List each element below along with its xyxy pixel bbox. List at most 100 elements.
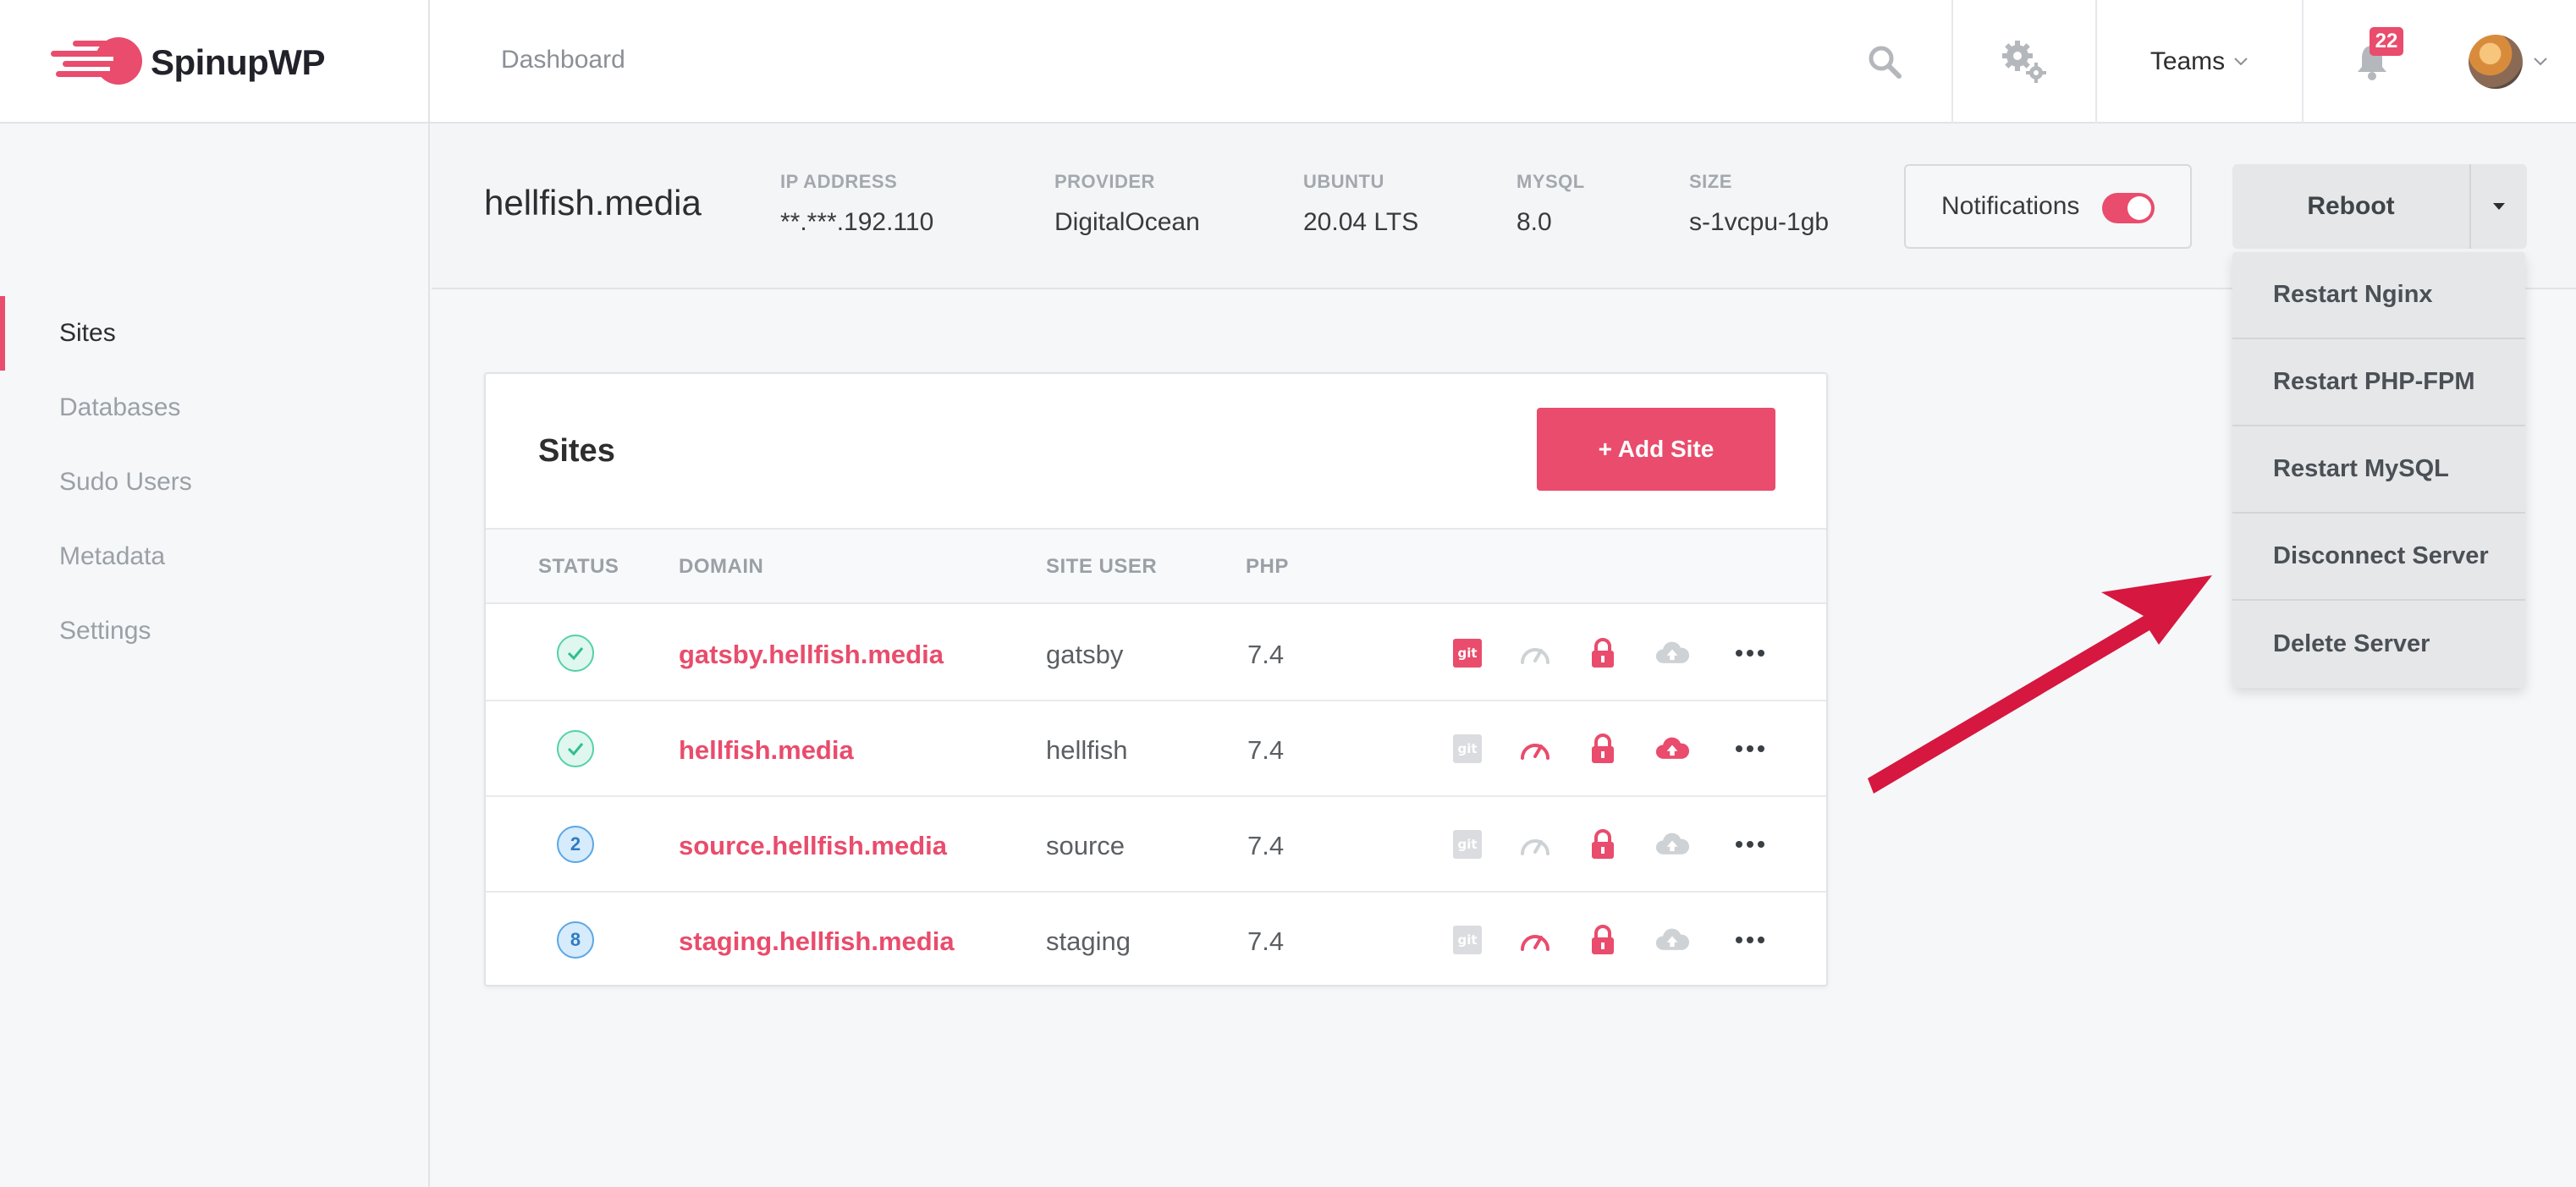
page-cache-button[interactable]: [1518, 923, 1552, 957]
more-actions-button[interactable]: [1733, 923, 1767, 957]
sidebar-item-label: Sudo Users: [59, 468, 192, 496]
php-version: 7.4: [1247, 926, 1285, 956]
site-user: staging: [1046, 926, 1131, 956]
sidebar-item-databases[interactable]: Databases: [0, 371, 428, 445]
reboot-dropdown-toggle[interactable]: [2469, 164, 2527, 249]
lock-icon: [1592, 925, 1614, 954]
reboot-label: Reboot: [2307, 192, 2395, 220]
user-menu[interactable]: [2441, 0, 2576, 124]
cloud-upload-icon: [1655, 833, 1689, 855]
https-button[interactable]: [1586, 827, 1620, 861]
sidebar-item-settings[interactable]: Settings: [0, 594, 428, 668]
notifications-toggle[interactable]: [2102, 193, 2155, 223]
meta-value: **.***.192.110: [780, 208, 934, 236]
teams-menu[interactable]: Teams: [2095, 0, 2302, 124]
server-name: hellfish.media: [484, 183, 702, 223]
status-ok-icon: [557, 730, 594, 767]
table-row[interactable]: 2 source.hellfish.media source 7.4 git: [486, 797, 1826, 893]
php-version: 7.4: [1247, 735, 1285, 765]
status-count-badge: 2: [557, 826, 594, 863]
notification-count-badge: 22: [2370, 27, 2403, 56]
cloud-upload-icon: [1655, 641, 1689, 663]
menu-item-restart-nginx[interactable]: Restart Nginx: [2232, 252, 2525, 339]
sidebar-item-sites[interactable]: Sites: [0, 296, 428, 371]
notifications-toggle-button[interactable]: Notifications: [1904, 164, 2192, 249]
chevron-down-icon: [2534, 58, 2547, 66]
sites-title: Sites: [538, 433, 615, 469]
notifications-bell[interactable]: 22: [2302, 0, 2441, 124]
page-cache-button[interactable]: [1518, 636, 1552, 670]
search-icon: [1869, 46, 1902, 79]
settings-button[interactable]: [1951, 0, 2095, 124]
backups-button[interactable]: [1655, 827, 1689, 861]
git-icon: git: [1453, 830, 1482, 859]
sidebar-item-label: Sites: [59, 319, 116, 347]
add-site-button[interactable]: + Add Site: [1537, 408, 1775, 491]
site-domain-link[interactable]: staging.hellfish.media: [679, 926, 955, 957]
more-actions-button[interactable]: [1733, 636, 1767, 670]
menu-item-delete-server[interactable]: Delete Server: [2232, 601, 2525, 688]
table-row[interactable]: hellfish.media hellfish 7.4 git: [486, 701, 1826, 797]
https-button[interactable]: [1586, 732, 1620, 766]
table-header: STATUS DOMAIN SITE USER PHP: [486, 528, 1826, 604]
git-deploy-button[interactable]: git: [1450, 732, 1484, 766]
menu-item-restart-php-fpm[interactable]: Restart PHP-FPM: [2232, 339, 2525, 426]
ellipsis-icon: [1736, 650, 1764, 657]
site-user: gatsby: [1046, 640, 1124, 669]
sidebar-item-sudo-users[interactable]: Sudo Users: [0, 445, 428, 519]
spinupwp-logo-icon: [51, 37, 142, 85]
git-deploy-button[interactable]: git: [1450, 923, 1484, 957]
meta-ubuntu: UBUNTU 20.04 LTS: [1303, 171, 1418, 237]
backups-button[interactable]: [1655, 732, 1689, 766]
sidebar-item-metadata[interactable]: Metadata: [0, 519, 428, 594]
speedometer-icon: [1521, 839, 1549, 855]
chevron-down-icon: [2234, 58, 2248, 66]
meta-size: SIZE s-1vcpu-1gb: [1689, 171, 1829, 237]
page-cache-button[interactable]: [1518, 827, 1552, 861]
status-count-badge: 8: [557, 921, 594, 959]
more-actions-button[interactable]: [1733, 732, 1767, 766]
menu-item-restart-mysql[interactable]: Restart MySQL: [2232, 426, 2525, 514]
cloud-upload-icon: [1655, 737, 1689, 759]
git-deploy-button[interactable]: git: [1450, 636, 1484, 670]
search-button[interactable]: [1818, 0, 1951, 124]
site-user: hellfish: [1046, 735, 1128, 765]
column-header-status[interactable]: STATUS: [538, 555, 619, 579]
column-header-php[interactable]: PHP: [1246, 555, 1289, 579]
site-domain-link[interactable]: source.hellfish.media: [679, 831, 947, 861]
https-button[interactable]: [1586, 636, 1620, 670]
more-actions-button[interactable]: [1733, 827, 1767, 861]
brand[interactable]: SpinupWP: [0, 0, 430, 124]
git-deploy-button[interactable]: git: [1450, 827, 1484, 861]
menu-item-disconnect-server[interactable]: Disconnect Server: [2232, 514, 2525, 601]
backups-button[interactable]: [1655, 636, 1689, 670]
site-domain-link[interactable]: hellfish.media: [679, 735, 854, 766]
speedometer-icon: [1521, 744, 1549, 760]
brand-name: SpinupWP: [151, 42, 325, 82]
page-cache-button[interactable]: [1518, 732, 1552, 766]
meta-label: MYSQL: [1516, 171, 1585, 192]
php-version: 7.4: [1247, 640, 1285, 669]
meta-mysql: MYSQL 8.0: [1516, 171, 1585, 237]
table-row[interactable]: gatsby.hellfish.media gatsby 7.4 git: [486, 606, 1826, 701]
meta-value: 20.04 LTS: [1303, 208, 1419, 236]
lock-icon: [1592, 734, 1614, 763]
git-icon: git: [1453, 639, 1482, 668]
breadcrumb-dashboard[interactable]: Dashboard: [501, 46, 625, 74]
https-button[interactable]: [1586, 923, 1620, 957]
table-row[interactable]: 8 staging.hellfish.media staging 7.4 git: [486, 893, 1826, 985]
lock-icon: [1592, 829, 1614, 859]
meta-value: 8.0: [1516, 208, 1552, 236]
sites-card: Sites + Add Site STATUS DOMAIN SITE USER…: [484, 372, 1828, 986]
meta-value: DigitalOcean: [1054, 208, 1200, 236]
notifications-label: Notifications: [1941, 192, 2080, 220]
column-header-site-user[interactable]: SITE USER: [1046, 555, 1157, 579]
column-header-domain[interactable]: DOMAIN: [679, 555, 763, 579]
php-version: 7.4: [1247, 831, 1285, 860]
status-ok-icon: [557, 635, 594, 672]
speedometer-icon: [1521, 648, 1549, 664]
site-domain-link[interactable]: gatsby.hellfish.media: [679, 640, 944, 670]
caret-down-icon: [2493, 202, 2505, 210]
backups-button[interactable]: [1655, 923, 1689, 957]
reboot-button[interactable]: Reboot: [2232, 164, 2469, 249]
